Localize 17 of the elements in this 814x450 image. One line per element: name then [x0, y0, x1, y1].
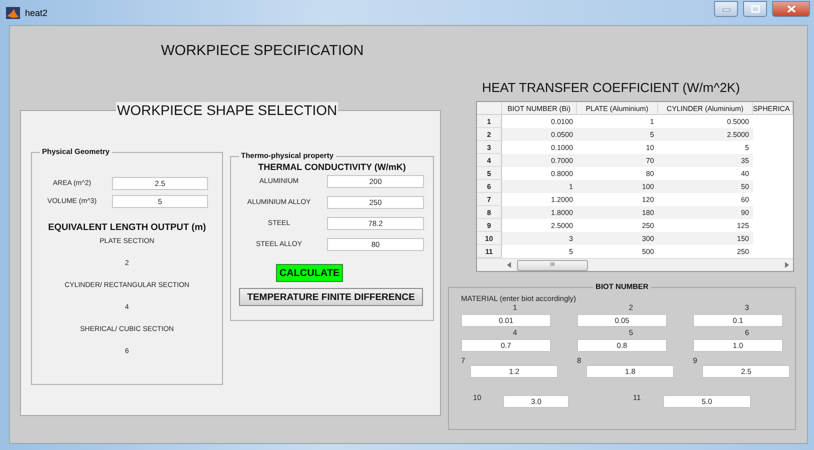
scroll-left-icon[interactable] [507, 262, 511, 268]
calculate-button[interactable]: CALCULATE [276, 264, 343, 282]
maximize-button[interactable] [743, 0, 767, 16]
maximize-icon [750, 4, 760, 14]
app-logo-icon [6, 6, 20, 18]
window-title: heat2 [25, 8, 48, 18]
scroll-right-icon[interactable] [785, 262, 789, 268]
section-heading: EQUIVALENT LENGTH OUTPUT (m) [47, 222, 207, 232]
close-icon [786, 4, 796, 14]
table-title: HEAT TRANSFER COEFFICIENT (W/m^2K) [482, 80, 741, 95]
panel-title: WORKPIECE SHAPE SELECTION [116, 102, 338, 118]
minimize-button[interactable] [714, 0, 738, 16]
close-button[interactable] [772, 0, 810, 16]
corner-header [477, 102, 502, 115]
page-heading: WORKPIECE SPECIFICATION [160, 42, 365, 61]
action-button[interactable]: TEMPERATURE FINITE DIFFERENCE [239, 288, 423, 306]
section-heading: THERMAL CONDUCTIVITY (W/mK) [257, 162, 407, 172]
